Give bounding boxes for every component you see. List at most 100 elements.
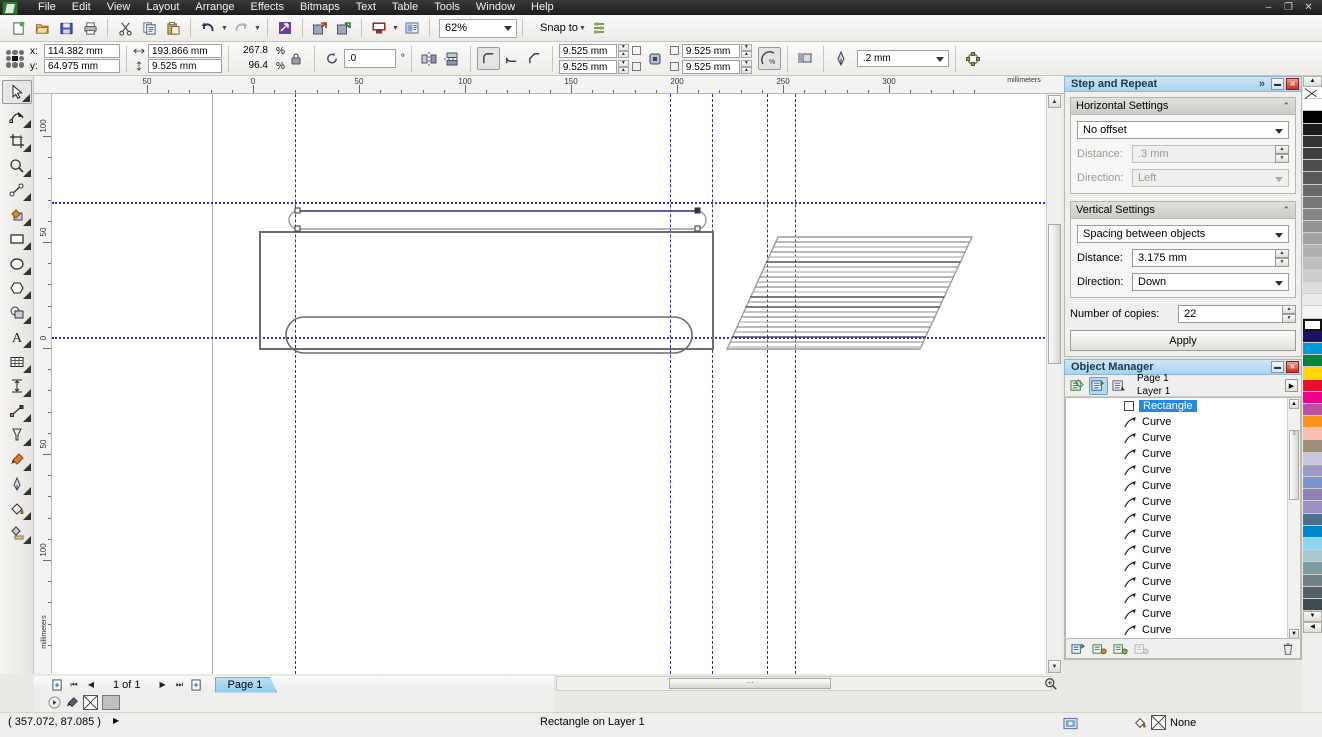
object-properties-icon[interactable] [1068, 377, 1087, 395]
palette-swatch[interactable] [1303, 208, 1322, 222]
expand-arrow-icon[interactable] [48, 696, 61, 709]
palette-swatch[interactable] [1303, 318, 1322, 331]
palette-swatch[interactable] [1303, 99, 1322, 112]
palette-swatch[interactable] [1303, 537, 1322, 551]
vertical-settings-header[interactable]: Vertical Settings ⌃ [1071, 202, 1295, 219]
horizontal-distance-spinner[interactable]: ▲ ▼ [1275, 145, 1289, 163]
delete-layer-button[interactable] [1278, 640, 1297, 658]
palette-swatch[interactable] [1303, 330, 1322, 343]
minimize-object-manager-button[interactable]: ▬ [1271, 361, 1284, 373]
connector-tool[interactable] [2, 399, 32, 423]
palette-swatch[interactable] [1303, 196, 1322, 209]
minimize-icon[interactable]: – [1263, 2, 1274, 13]
palette-swatch[interactable] [1303, 221, 1322, 234]
palette-swatch[interactable] [1303, 562, 1322, 575]
list-item[interactable]: Curve [1066, 574, 1300, 590]
object-name[interactable]: Curve [1142, 528, 1171, 540]
horizontal-ruler[interactable]: 50 0 50 100 150 200 250 300 millimeters [34, 76, 1064, 94]
list-item[interactable]: Curve [1066, 414, 1300, 430]
palette-swatch[interactable] [1303, 282, 1322, 295]
chevron-double-right-icon[interactable]: » [1259, 78, 1265, 90]
object-name[interactable]: Curve [1142, 544, 1171, 556]
rounded-slot-bottom[interactable] [285, 316, 693, 354]
add-page-after-button[interactable] [190, 678, 204, 692]
object-anchor-selector[interactable] [6, 49, 24, 68]
canvas-vertical-scrollbar[interactable]: ▲ ▼ [1046, 94, 1062, 674]
flyout-arrow-icon[interactable] [22, 340, 31, 348]
menu-bitmaps[interactable]: Bitmaps [292, 0, 348, 15]
object-name[interactable]: Curve [1142, 480, 1171, 492]
page-tab-page-1[interactable]: Page 1 [214, 676, 278, 693]
chevron-down-icon[interactable] [1275, 129, 1283, 134]
flyout-arrow-icon[interactable] [21, 94, 30, 102]
basic-shapes-tool[interactable] [2, 301, 32, 325]
redo-button[interactable] [229, 17, 253, 40]
node-handle[interactable] [694, 207, 701, 214]
palette-swatch[interactable] [1303, 477, 1322, 490]
list-item[interactable]: Curve [1066, 606, 1300, 622]
palette-swatch[interactable] [1303, 233, 1322, 246]
palette-swatch[interactable] [1303, 269, 1322, 282]
round-corner-button[interactable] [476, 47, 500, 70]
chevron-down-icon[interactable] [1275, 177, 1283, 182]
zoom-to-page-button[interactable] [1040, 676, 1062, 692]
new-layer-button[interactable] [1069, 640, 1088, 658]
rounded-slot-top-selected[interactable] [288, 210, 707, 230]
palette-swatch[interactable] [1303, 440, 1322, 453]
palette-scroll-up-icon[interactable]: ▲ [1303, 76, 1322, 87]
palette-swatch[interactable] [1303, 550, 1322, 563]
dimension-tool[interactable] [2, 374, 32, 398]
blend-tool[interactable] [2, 423, 32, 447]
palette-swatch[interactable] [1303, 464, 1322, 477]
corner-radius-1-spinner[interactable]: ▼ ▲ [617, 43, 629, 58]
chevron-down-icon[interactable] [504, 25, 512, 31]
ellipse-tool[interactable] [2, 252, 32, 276]
node-handle[interactable] [294, 207, 301, 214]
export-file-button[interactable] [332, 17, 356, 40]
vertical-scroll-thumb[interactable] [1048, 224, 1061, 364]
object-name[interactable]: Curve [1142, 560, 1171, 572]
zoom-tool[interactable] [2, 154, 32, 178]
object-name[interactable]: Curve [1142, 608, 1171, 620]
object-name[interactable]: Curve [1142, 624, 1171, 636]
list-item[interactable]: Curve [1066, 510, 1300, 526]
palette-swatch[interactable] [1303, 123, 1322, 136]
palette-swatch[interactable] [1303, 525, 1322, 538]
horizontal-settings-header[interactable]: Horizontal Settings ⌃ [1071, 98, 1295, 115]
palette-swatch[interactable] [1303, 245, 1322, 258]
text-tool[interactable]: A [2, 325, 32, 349]
snap-dropdown-arrow-icon[interactable]: ▼ [578, 17, 587, 40]
import-button[interactable] [273, 17, 297, 40]
palette-swatch[interactable] [1303, 172, 1322, 185]
collapse-chevron-icon[interactable]: ⌃ [1282, 101, 1290, 112]
position-y-input[interactable]: 64.975 mm [44, 59, 120, 73]
palette-swatch[interactable] [1303, 598, 1322, 612]
list-item[interactable]: Curve [1066, 430, 1300, 446]
fill-bucket-icon[interactable] [1133, 716, 1147, 730]
flyout-arrow-icon[interactable] [22, 315, 31, 324]
palette-swatch[interactable] [1303, 403, 1322, 417]
palette-swatch[interactable] [1303, 135, 1322, 148]
vertical-direction-combobox[interactable]: Down [1132, 273, 1289, 291]
fill-color-swatch[interactable] [102, 695, 120, 710]
next-page-button[interactable]: ▶ [156, 678, 170, 692]
palette-swatch[interactable] [1303, 586, 1322, 599]
object-name[interactable]: Curve [1142, 432, 1171, 444]
palette-expand-icon[interactable]: ◀ [1303, 622, 1322, 634]
scale-vertical-input[interactable]: 96.4 [235, 59, 271, 73]
rotation-angle-input[interactable]: .0 [343, 49, 396, 68]
copy-button[interactable] [137, 17, 161, 40]
scroll-up-arrow-icon[interactable]: ▲ [1289, 399, 1299, 409]
palette-swatch[interactable] [1303, 391, 1322, 404]
object-name[interactable]: Curve [1142, 464, 1171, 476]
palette-swatch[interactable] [1303, 416, 1322, 429]
palette-swatch[interactable] [1303, 574, 1322, 587]
redo-dropdown-arrow-icon[interactable]: ▼ [253, 17, 262, 40]
chevron-down-icon[interactable] [1275, 281, 1283, 286]
vertical-mode-combobox[interactable]: Spacing between objects [1077, 225, 1289, 243]
wrap-paragraph-text-button[interactable] [794, 47, 817, 70]
color-palette[interactable]: ▲ ▼ ◀ [1303, 76, 1322, 712]
undo-button[interactable] [196, 17, 220, 40]
horizontal-mode-combobox[interactable]: No offset [1077, 121, 1289, 139]
snap-to-label[interactable]: Snap to [540, 22, 578, 34]
